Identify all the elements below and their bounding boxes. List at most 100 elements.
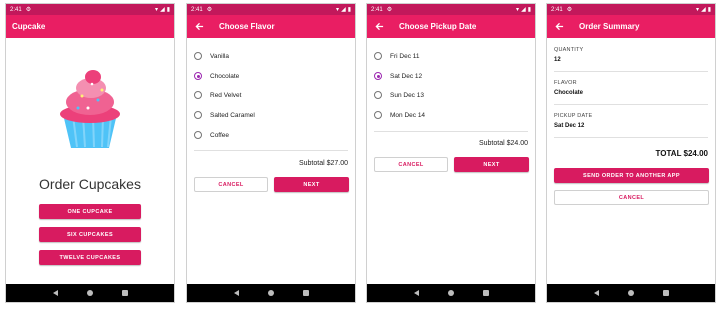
option-label: Vanilla (210, 52, 230, 60)
divider (374, 131, 528, 132)
app-bar: Choose Pickup Date (367, 15, 535, 38)
date-option-sun-dec-13[interactable]: Sun Dec 13 (374, 91, 424, 99)
radio-button[interactable] (374, 111, 382, 119)
app-bar: Choose Flavor (187, 15, 355, 38)
app-title: Cupcake (12, 22, 46, 31)
battery-icon: ▮ (707, 7, 711, 13)
cancel-button[interactable]: CANCEL (374, 157, 448, 172)
one-cupcake-button[interactable]: ONE CUPCAKE (39, 204, 141, 219)
nav-bar (6, 284, 174, 302)
send-order-button[interactable]: SEND ORDER TO ANOTHER APP (554, 168, 709, 183)
option-label: Sun Dec 13 (390, 91, 424, 99)
signal-icon: ◢ (341, 7, 346, 13)
wifi-icon: ▾ (696, 7, 700, 13)
flavor-label: FLAVOR (554, 80, 577, 86)
option-label: Mon Dec 14 (390, 111, 426, 119)
flavor-option-salted-caramel[interactable]: Salted Caramel (194, 111, 255, 119)
radio-button[interactable] (374, 52, 382, 60)
cancel-button[interactable]: CANCEL (194, 177, 268, 192)
total-price: TOTAL $24.00 (655, 149, 708, 158)
option-label: Sat Dec 12 (390, 72, 423, 80)
flavor-option-chocolate[interactable]: Chocolate (194, 72, 239, 80)
settings-icon: ⚙ (206, 7, 213, 13)
screen-choose-flavor: 2:41 ⚙ ▾ ◢ ▮ Choose Flavor Vanilla Chocolat… (186, 3, 356, 303)
radio-button[interactable] (194, 131, 202, 139)
nav-bar (187, 284, 355, 302)
nav-home-icon[interactable] (447, 290, 454, 296)
nav-bar (547, 284, 715, 302)
signal-icon: ◢ (701, 7, 706, 13)
app-bar: Order Summary (547, 15, 715, 38)
cupcake-image (60, 70, 120, 148)
back-arrow-icon[interactable] (193, 21, 205, 33)
nav-recents-icon[interactable] (482, 290, 489, 296)
wifi-icon: ▾ (336, 7, 340, 13)
nav-back-icon[interactable] (233, 290, 239, 296)
app-title: Choose Pickup Date (399, 22, 477, 31)
nav-bar (367, 284, 535, 302)
radio-button[interactable] (374, 91, 382, 99)
status-bar: 2:41 ⚙ ▾ ◢ ▮ (187, 4, 355, 15)
option-label: Salted Caramel (210, 111, 255, 119)
status-bar: 2:41 ⚙ ▾ ◢ ▮ (6, 4, 174, 15)
radio-button[interactable] (194, 52, 202, 60)
option-label: Red Velvet (210, 91, 242, 99)
back-arrow-icon[interactable] (553, 21, 565, 33)
next-button[interactable]: NEXT (454, 157, 529, 172)
divider (554, 137, 708, 138)
nav-recents-icon[interactable] (302, 290, 309, 296)
date-option-mon-dec-14[interactable]: Mon Dec 14 (374, 111, 425, 119)
settings-icon: ⚙ (25, 7, 32, 13)
wifi-icon: ▾ (155, 7, 159, 13)
signal-icon: ◢ (160, 7, 165, 13)
status-time: 2:41 (10, 6, 22, 13)
six-cupcakes-button[interactable]: SIX CUPCAKES (39, 227, 141, 242)
subtotal-text: Subtotal $24.00 (478, 140, 528, 147)
back-arrow-icon[interactable] (373, 21, 385, 33)
screen-choose-pickup-date: 2:41 ⚙ ▾ ◢ ▮ Choose Pickup Date Fri Dec 11 … (366, 3, 536, 303)
nav-home-icon[interactable] (627, 290, 634, 296)
pickup-date-value: Sat Dec 12 (554, 123, 585, 129)
option-label: Chocolate (210, 72, 240, 80)
radio-button[interactable] (194, 111, 202, 119)
subtotal-text: Subtotal $27.00 (298, 160, 348, 167)
battery-icon: ▮ (166, 7, 170, 13)
nav-back-icon[interactable] (52, 290, 58, 296)
nav-home-icon[interactable] (86, 290, 93, 296)
screen-order-summary: 2:41 ⚙ ▾ ◢ ▮ Order Summary QUANTITY 12 FLAV… (546, 3, 716, 303)
battery-icon: ▮ (347, 7, 351, 13)
nav-home-icon[interactable] (267, 290, 274, 296)
next-button[interactable]: NEXT (274, 177, 349, 192)
flavor-option-vanilla[interactable]: Vanilla (194, 52, 229, 60)
option-label: Coffee (210, 131, 230, 139)
settings-icon: ⚙ (386, 7, 393, 13)
cancel-button[interactable]: CANCEL (554, 190, 709, 205)
app-bar: Cupcake (6, 15, 174, 38)
quantity-label: QUANTITY (554, 47, 584, 53)
twelve-cupcakes-button[interactable]: TWELVE CUPCAKES (39, 250, 141, 265)
radio-button-selected[interactable] (374, 72, 382, 80)
date-option-fri-dec-11[interactable]: Fri Dec 11 (374, 52, 420, 60)
date-option-sat-dec-12[interactable]: Sat Dec 12 (374, 72, 422, 80)
status-time: 2:41 (551, 6, 563, 13)
flavor-option-red-velvet[interactable]: Red Velvet (194, 91, 241, 99)
battery-icon: ▮ (527, 7, 531, 13)
status-time: 2:41 (371, 6, 383, 13)
divider (194, 150, 348, 151)
app-title: Choose Flavor (219, 22, 275, 31)
nav-back-icon[interactable] (593, 290, 599, 296)
nav-recents-icon[interactable] (662, 290, 669, 296)
flavor-option-coffee[interactable]: Coffee (194, 131, 229, 139)
status-bar: 2:41 ⚙ ▾ ◢ ▮ (547, 4, 715, 15)
settings-icon: ⚙ (566, 7, 573, 13)
wifi-icon: ▾ (516, 7, 520, 13)
radio-button-selected[interactable] (194, 72, 202, 80)
divider (554, 104, 708, 105)
app-title: Order Summary (579, 22, 640, 31)
nav-recents-icon[interactable] (121, 290, 128, 296)
screen-start-order: 2:41 ⚙ ▾ ◢ ▮ Cupcake Order Cupcakes ONE … (5, 3, 175, 303)
order-heading: Order Cupcakes (39, 176, 141, 192)
radio-button[interactable] (194, 91, 202, 99)
signal-icon: ◢ (521, 7, 526, 13)
nav-back-icon[interactable] (413, 290, 419, 296)
